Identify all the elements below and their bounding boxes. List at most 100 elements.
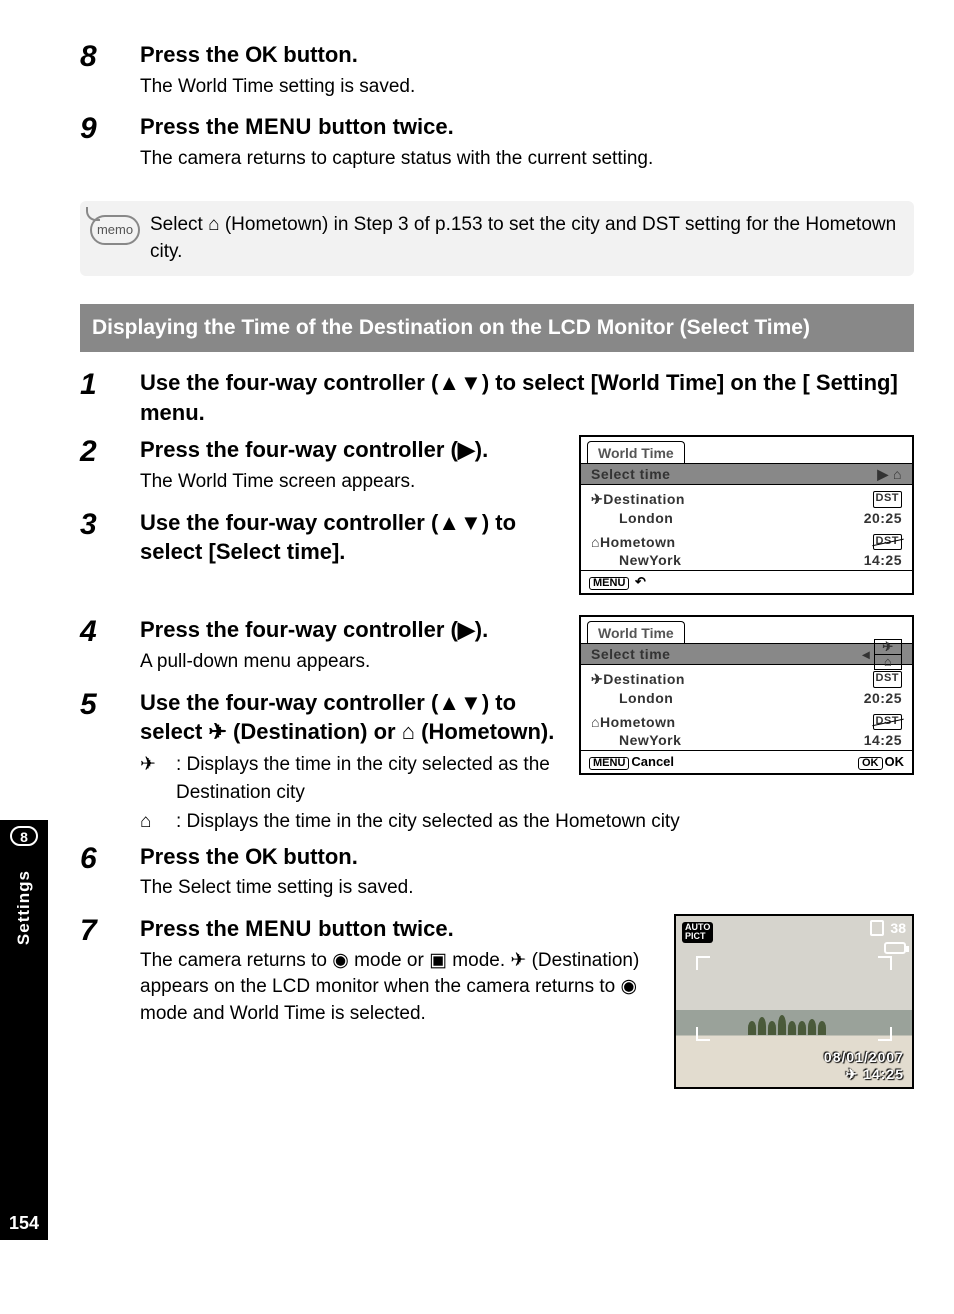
side-tab: 8 Settings 154 xyxy=(0,820,48,1240)
menu-box-icon: MENU xyxy=(589,757,629,770)
step-title: Use the four-way controller (▲▼) to sele… xyxy=(140,508,565,567)
auto-pict-badge: AUTOPICT xyxy=(682,922,713,943)
ok-glyph: OK xyxy=(245,42,277,67)
step-number: 5 xyxy=(80,688,140,808)
step-title: Press the four-way controller (▶). xyxy=(140,435,565,465)
lcd-dest-city: London xyxy=(591,690,673,706)
scene-illustration xyxy=(747,1015,889,1035)
lcd-select-time-label: Select time xyxy=(591,646,670,662)
camera-mode-icon: ◉ xyxy=(621,976,638,997)
step-3: 3 Use the four-way controller (▲▼) to se… xyxy=(80,508,565,571)
back-arrow-icon: ↶ xyxy=(635,574,646,589)
step-number: 1 xyxy=(80,368,140,431)
page-number: 154 xyxy=(0,1213,48,1234)
memo-callout: memo Select ⌂ (Hometown) in Step 3 of p.… xyxy=(80,201,914,276)
chapter-number-badge: 8 xyxy=(10,826,38,846)
step-number: 7 xyxy=(80,914,140,1035)
focus-bracket-icon xyxy=(696,956,710,970)
step-desc: The Select time setting is saved. xyxy=(140,875,914,902)
lcd-tab: World Time xyxy=(587,441,685,463)
plane-icon: ✈ xyxy=(510,950,526,971)
home-icon: ⌂ xyxy=(208,214,219,235)
step-5: 5 Use the four-way controller (▲▼) to se… xyxy=(80,688,565,808)
step-1: 1 Use the four-way controller (▲▼) to se… xyxy=(80,368,914,431)
dst-badge: DST xyxy=(873,671,903,688)
lcd-select-time-value: ▶ ⌂ xyxy=(877,466,902,483)
lcd-ok-label: OK xyxy=(885,754,905,769)
step-number: 8 xyxy=(80,40,140,108)
plane-icon: ✈ xyxy=(846,1066,859,1082)
lcd-cancel-label: Cancel xyxy=(631,754,674,769)
lcd-screenshot-capture: AUTOPICT 38 08/01/2007 ✈ 14:25 xyxy=(674,914,914,1089)
step-title: Use the four-way controller (▲▼) to sele… xyxy=(140,368,914,427)
left-arrow-icon: ◂ xyxy=(862,646,870,663)
lcd-home-label: Hometown xyxy=(600,714,676,730)
step-9: 9 Press the MENU button twice. The camer… xyxy=(80,112,914,180)
lcd-date: 08/01/2007 xyxy=(824,1049,904,1065)
step-number: 9 xyxy=(80,112,140,180)
ok-glyph: OK xyxy=(245,844,277,869)
step-desc: ✈ : Displays the time in the city select… xyxy=(140,751,565,806)
focus-bracket-icon xyxy=(696,1027,710,1041)
lcd-home-city: NewYork xyxy=(591,732,681,748)
step-number: 3 xyxy=(80,508,140,571)
lcd-home-time: 14:25 xyxy=(864,732,902,748)
lcd-screenshot-world-time-2: World Time Select time ◂ ✈ ⌂ ✈Destinatio… xyxy=(579,615,914,775)
section-header: Displaying the Time of the Destination o… xyxy=(80,304,914,352)
step-desc: A pull-down menu appears. xyxy=(140,649,565,676)
memory-card-icon xyxy=(870,920,884,936)
camera-mode-icon: ◉ xyxy=(332,950,349,971)
dst-off-badge: DST xyxy=(873,714,903,730)
step-2: 2 Press the four-way controller (▶). The… xyxy=(80,435,565,503)
chapter-label: Settings xyxy=(14,870,34,945)
step-title: Press the four-way controller (▶). xyxy=(140,615,565,645)
plane-icon: ✈ xyxy=(209,719,227,744)
lcd-home-label: Hometown xyxy=(600,534,676,550)
lcd-dest-time: 20:25 xyxy=(864,510,902,526)
lcd-select-time-label: Select time xyxy=(591,466,670,482)
step-title: Press the MENU button twice. xyxy=(140,914,640,944)
lcd-dest-label: Destination xyxy=(603,671,685,687)
playback-mode-icon: ▣ xyxy=(429,950,447,971)
battery-icon xyxy=(884,942,906,954)
home-icon: ⌂ xyxy=(591,714,600,730)
step-desc: ⌂ : Displays the time in the city select… xyxy=(140,808,914,836)
step-title: Press the OK button. xyxy=(140,842,914,872)
plane-icon: ✈ xyxy=(591,491,603,507)
step-6: 6 Press the OK button. The Select time s… xyxy=(80,842,914,910)
lcd-dest-time: 20:25 xyxy=(864,690,902,706)
home-icon: ⌂ xyxy=(591,534,600,550)
lcd-home-city: NewYork xyxy=(591,552,681,568)
home-icon: ⌂ xyxy=(402,719,415,744)
lcd-home-time: 14:25 xyxy=(864,552,902,568)
step-number: 4 xyxy=(80,615,140,683)
step-title: Press the OK button. xyxy=(140,40,914,70)
step-title: Use the four-way controller (▲▼) to sele… xyxy=(140,688,565,747)
lcd-dest-city: London xyxy=(591,510,673,526)
focus-bracket-icon xyxy=(878,956,892,970)
step-number: 6 xyxy=(80,842,140,910)
lcd-time: ✈ 14:25 xyxy=(846,1066,904,1083)
ok-box-icon: OK xyxy=(858,757,883,770)
lcd-dest-label: Destination xyxy=(603,491,685,507)
plane-icon: ✈ xyxy=(140,751,176,806)
step-7: 7 Press the MENU button twice. The camer… xyxy=(80,914,640,1035)
step-title: Press the MENU button twice. xyxy=(140,112,914,142)
step-desc: The World Time screen appears. xyxy=(140,469,565,496)
step-8: 8 Press the OK button. The World Time se… xyxy=(80,40,914,108)
home-icon: ⌂ xyxy=(140,808,176,836)
memo-icon: memo xyxy=(80,211,150,245)
dst-off-badge: DST xyxy=(873,534,903,550)
dst-badge: DST xyxy=(873,491,903,508)
step-number: 2 xyxy=(80,435,140,503)
lcd-screenshot-world-time-1: World Time Select time ▶ ⌂ ✈Destination … xyxy=(579,435,914,595)
plane-icon: ✈ xyxy=(591,671,603,687)
memo-text: Select ⌂ (Hometown) in Step 3 of p.153 t… xyxy=(150,211,904,266)
shots-remaining: 38 xyxy=(890,920,906,936)
step-desc: The camera returns to capture status wit… xyxy=(140,146,914,173)
step-4: 4 Press the four-way controller (▶). A p… xyxy=(80,615,565,683)
menu-glyph: MENU xyxy=(245,114,312,139)
menu-box-icon: MENU xyxy=(589,577,629,590)
lcd-tab: World Time xyxy=(587,621,685,643)
step-desc: The camera returns to ◉ mode or ▣ mode. … xyxy=(140,948,640,1028)
